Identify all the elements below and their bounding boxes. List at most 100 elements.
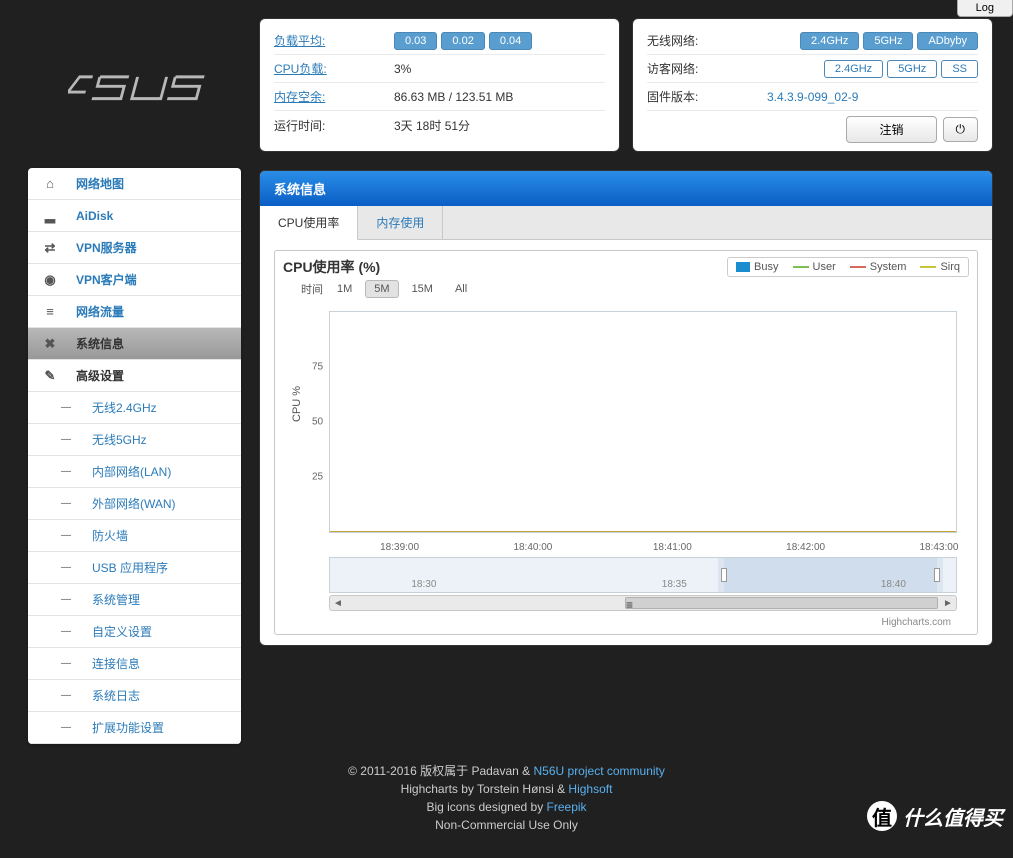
x-tick: 18:40:00 <box>513 542 552 553</box>
time-label: 时间 <box>301 281 323 297</box>
x-tick: 18:42:00 <box>786 542 825 553</box>
chart-credits[interactable]: Highcharts.com <box>283 617 969 634</box>
cpu-load-label[interactable]: CPU负载: <box>274 60 394 77</box>
navigator-handle-right[interactable] <box>934 568 940 582</box>
shuffle-icon: ⇄ <box>40 240 60 256</box>
load-avg-pill-1: 0.02 <box>441 32 484 50</box>
tab-1[interactable]: 内存使用 <box>358 206 443 239</box>
mem-free-label[interactable]: 内存空余: <box>274 88 394 105</box>
home-icon: ⌂ <box>40 176 60 191</box>
chart-plot[interactable]: CPU % 255075 18:39:0018:40:0018:41:0018:… <box>311 301 957 551</box>
sidebar-subitem-7[interactable]: —自定义设置 <box>28 616 241 648</box>
legend-item-2[interactable]: System <box>850 261 907 273</box>
cpu-load-value: 3% <box>394 62 605 76</box>
wlan-pill-0[interactable]: 2.4GHz <box>800 32 859 50</box>
navigator-tick: 18:30 <box>411 579 436 590</box>
scroll-right-icon[interactable]: ► <box>940 598 956 609</box>
uptime-label: 运行时间: <box>274 117 394 134</box>
chart-container: CPU使用率 (%) Busy User System Sirq 时间 1M 5M 15M… <box>274 250 978 635</box>
sidebar-subitem-2[interactable]: —内部网络(LAN) <box>28 456 241 488</box>
wlan-pill-2[interactable]: ADbyby <box>917 32 978 50</box>
footer-link-community[interactable]: N56U project community <box>534 764 665 778</box>
dash-icon: — <box>56 530 76 541</box>
dash-icon: — <box>56 594 76 605</box>
wrench-icon: ✎ <box>40 368 60 384</box>
panel-title: 系统信息 <box>260 171 992 206</box>
guest-pill-2[interactable]: SS <box>941 60 978 78</box>
sidebar-item-3[interactable]: ◉VPN客户端 <box>28 264 241 296</box>
fw-value[interactable]: 3.4.3.9-099_02-9 <box>767 90 978 104</box>
uptime-value: 3天 18时 51分 <box>394 117 605 134</box>
power-button[interactable]: ⏻ <box>943 117 979 142</box>
x-tick: 18:43:00 <box>919 542 958 553</box>
sidebar-subitem-10[interactable]: —扩展功能设置 <box>28 712 241 744</box>
sidebar-item-0[interactable]: ⌂网络地图 <box>28 168 241 200</box>
mem-free-value: 86.63 MB / 123.51 MB <box>394 90 605 104</box>
time-range-1M[interactable]: 1M <box>329 281 360 297</box>
scroll-thumb[interactable]: ≡ <box>625 597 938 609</box>
disk-icon: ▂ <box>40 208 60 224</box>
legend-item-0[interactable]: Busy <box>736 261 778 273</box>
sidebar-subitem-3[interactable]: —外部网络(WAN) <box>28 488 241 520</box>
x-tick: 18:39:00 <box>380 542 419 553</box>
dash-icon: — <box>56 402 76 413</box>
guest-pill-1[interactable]: 5GHz <box>887 60 937 78</box>
chart-title: CPU使用率 (%) <box>283 257 380 277</box>
y-axis-label: CPU % <box>291 386 303 422</box>
sidebar-subitem-0[interactable]: —无线2.4GHz <box>28 392 241 424</box>
legend-item-1[interactable]: User <box>793 261 836 273</box>
guest-label: 访客网络: <box>647 60 767 77</box>
load-avg-label[interactable]: 负载平均: <box>274 32 394 49</box>
sidebar-nav: ⌂网络地图▂AiDisk⇄VPN服务器◉VPN客户端≡网络流量✖系统信息✎高级设… <box>28 168 241 744</box>
sidebar-subitem-9[interactable]: —系统日志 <box>28 680 241 712</box>
load-avg-pill-0: 0.03 <box>394 32 437 50</box>
dash-icon: — <box>56 562 76 573</box>
footer-link-freepik[interactable]: Freepik <box>547 800 587 814</box>
time-range-5M[interactable]: 5M <box>365 280 398 298</box>
list-icon: ≡ <box>40 304 60 319</box>
navigator-handle-left[interactable] <box>721 568 727 582</box>
page-footer: © 2011-2016 版权属于 Padavan & N56U project … <box>0 744 1013 858</box>
wlan-pill-1[interactable]: 5GHz <box>863 32 913 50</box>
brand-logo <box>68 48 213 128</box>
sidebar-item-5[interactable]: ✖系统信息 <box>28 328 241 360</box>
sidebar-subitem-4[interactable]: —防火墙 <box>28 520 241 552</box>
navigator-tick: 18:35 <box>662 579 687 590</box>
y-tick: 75 <box>312 362 323 373</box>
footer-link-highsoft[interactable]: Highsoft <box>568 782 612 796</box>
tab-bar: CPU使用率内存使用 <box>260 206 992 240</box>
sidebar-subitem-1[interactable]: —无线5GHz <box>28 424 241 456</box>
chart-legend: Busy User System Sirq <box>727 257 969 277</box>
logout-button[interactable]: 注销 <box>846 116 936 143</box>
legend-item-3[interactable]: Sirq <box>920 261 960 273</box>
log-button[interactable]: Log <box>957 0 1013 17</box>
sidebar-item-4[interactable]: ≡网络流量 <box>28 296 241 328</box>
time-range-15M[interactable]: 15M <box>404 281 441 297</box>
scroll-left-icon[interactable]: ◄ <box>330 598 346 609</box>
sidebar-subitem-5[interactable]: —USB 应用程序 <box>28 552 241 584</box>
globe-icon: ◉ <box>40 272 60 288</box>
sidebar-item-1[interactable]: ▂AiDisk <box>28 200 241 232</box>
navigator-tick: 18:40 <box>881 579 906 590</box>
random-icon: ✖ <box>40 336 60 352</box>
chart-scrollbar[interactable]: ◄ ≡ ► <box>329 595 957 611</box>
watermark: 值 什么值得买 <box>867 801 1003 831</box>
sidebar-subitem-8[interactable]: —连接信息 <box>28 648 241 680</box>
dash-icon: — <box>56 626 76 637</box>
status-box-left: 负载平均: 0.030.02 0.04 CPU负载: 3% 内存空余: 86.63… <box>259 18 620 152</box>
load-avg-pill-2: 0.04 <box>489 32 532 50</box>
sidebar-item-6[interactable]: ✎高级设置 <box>28 360 241 392</box>
tab-0[interactable]: CPU使用率 <box>260 206 358 240</box>
y-tick: 25 <box>312 472 323 483</box>
dash-icon: — <box>56 690 76 701</box>
wlan-label: 无线网络: <box>647 32 767 49</box>
dash-icon: — <box>56 658 76 669</box>
sidebar-item-2[interactable]: ⇄VPN服务器 <box>28 232 241 264</box>
guest-pill-0[interactable]: 2.4GHz <box>824 60 883 78</box>
time-range-All[interactable]: All <box>447 281 475 297</box>
main-panel: 系统信息 CPU使用率内存使用 CPU使用率 (%) Busy User Syste… <box>259 170 993 646</box>
dash-icon: — <box>56 466 76 477</box>
dash-icon: — <box>56 722 76 733</box>
sidebar-subitem-6[interactable]: —系统管理 <box>28 584 241 616</box>
chart-navigator[interactable]: 18:30 18:35 18:40 <box>329 557 957 593</box>
